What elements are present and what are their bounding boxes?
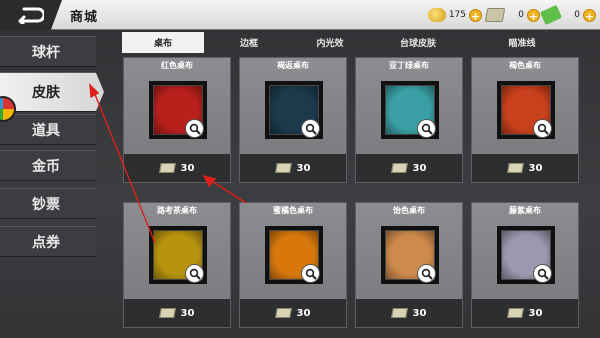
annotation-arrowhead [202, 174, 217, 188]
annotation-arrow-line [209, 179, 247, 204]
annotation-arrows [89, 83, 247, 244]
annotation-arrow-line [93, 91, 156, 244]
annotation-arrowhead [89, 83, 100, 99]
